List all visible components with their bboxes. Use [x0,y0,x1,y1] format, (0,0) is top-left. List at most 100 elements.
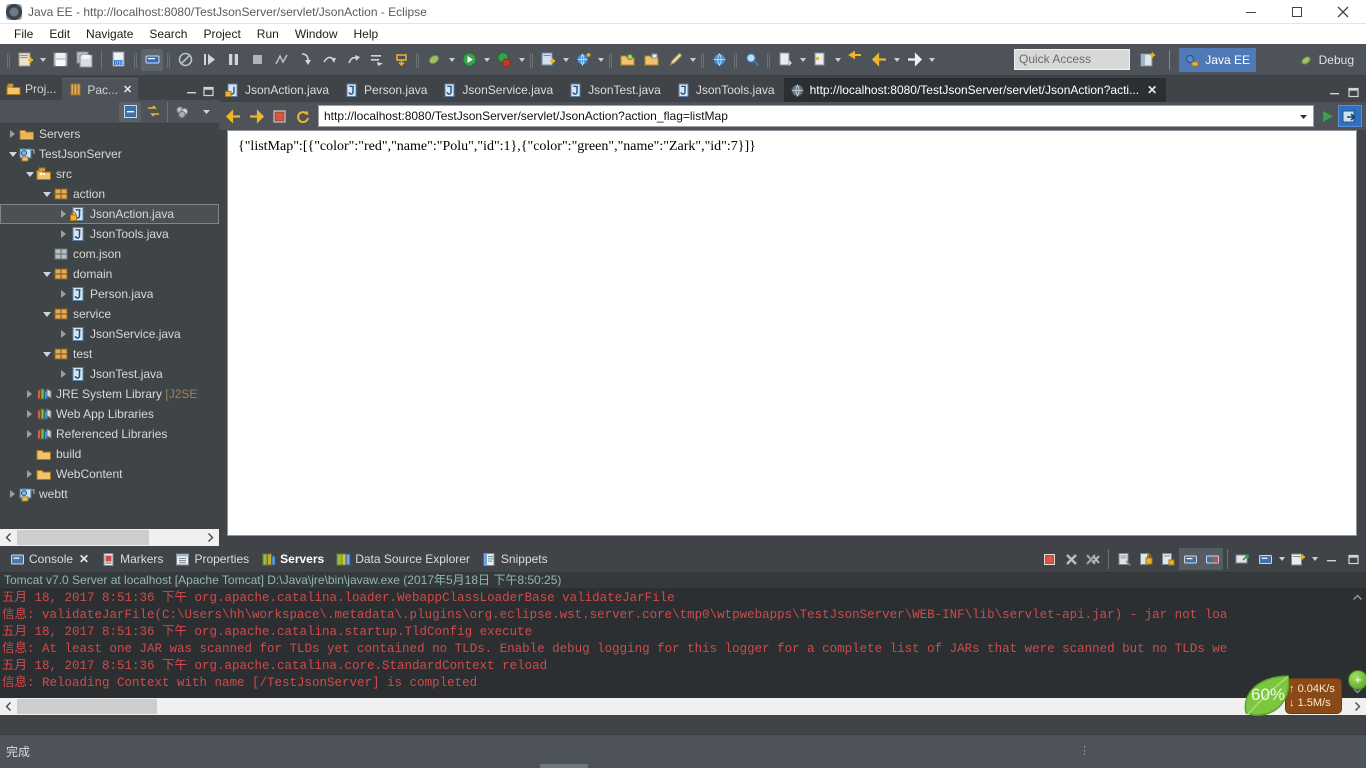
display-selected-console-icon[interactable] [1179,548,1201,570]
chevron-down-icon[interactable] [23,164,36,184]
console-output[interactable]: 五月 18, 2017 8:51:36 下午 org.apache.catali… [0,589,1366,715]
tree-item[interactable]: JsonService.java [0,324,219,344]
view-menu-filters-icon[interactable] [172,102,194,122]
network-speed-widget[interactable]: 60% ↑ 0.04K/s ↓ 1.5M/s + [1238,668,1366,724]
open-console-error-icon[interactable] [1201,548,1223,570]
close-icon[interactable]: ✕ [123,83,132,96]
tree-item[interactable]: service [0,304,219,324]
chevron-down-icon[interactable] [40,264,53,284]
open-console-icon[interactable] [1287,548,1309,570]
chevron-right-icon[interactable] [6,484,19,504]
tree-item[interactable]: build [0,444,219,464]
minimize-panel-icon[interactable] [1320,548,1342,570]
show-console-on-output-icon[interactable] [1232,548,1254,570]
menu-window[interactable]: Window [287,25,346,43]
toolbar-grip-5[interactable] [529,50,534,70]
debug-icon[interactable] [493,49,515,71]
tree-item[interactable]: JRE System Library [J2SE [0,384,219,404]
editor-tab[interactable]: http://localhost:8080/TestJsonServer/ser… [783,78,1167,102]
forward-dropdown-icon[interactable] [926,49,937,71]
previous-annotation-dropdown-icon[interactable] [832,49,843,71]
tree-item[interactable]: JsonTools.java [0,224,219,244]
menu-navigate[interactable]: Navigate [78,25,141,43]
console-scroll-thumb[interactable] [17,699,157,714]
pin-console-icon[interactable] [1157,548,1179,570]
new-server-icon[interactable] [572,49,594,71]
chevron-right-icon[interactable] [23,464,36,484]
previous-annotation-icon[interactable] [809,49,831,71]
toolbar-grip-9[interactable] [766,50,771,70]
chevron-right-icon[interactable] [23,384,36,404]
stop-icon[interactable] [269,106,290,127]
tree-item[interactable]: Web App Libraries [0,404,219,424]
window-resize-handle[interactable] [540,764,588,768]
tab-project-explorer[interactable]: Proj... [0,78,62,100]
editor-tab[interactable]: JsonService.java [436,78,562,102]
maximize-panel-icon[interactable] [1342,548,1364,570]
back-arrow-icon[interactable] [223,106,244,127]
url-input[interactable] [321,108,1296,124]
chevron-right-icon[interactable] [57,224,70,244]
package-explorer-tree[interactable]: Servers TestJsonServer src action JsonAction… [0,124,219,524]
chevron-right-icon[interactable] [57,204,70,224]
step-into-icon[interactable] [294,49,316,71]
last-edit-location-icon[interactable] [844,49,866,71]
chevron-down-icon[interactable] [40,304,53,324]
tab-package-explorer[interactable]: Pac... ✕ [62,78,139,100]
save-icon[interactable] [49,49,71,71]
back-dropdown-icon[interactable] [891,49,902,71]
edit-dropdown-icon[interactable] [687,49,698,71]
scroll-right-icon[interactable] [202,529,219,546]
external-tools-dropdown-icon[interactable] [446,49,457,71]
suspend-icon[interactable] [222,49,244,71]
add-button[interactable]: + [1348,670,1366,690]
explorer-scroll-thumb[interactable] [17,530,149,545]
new-wizard-icon[interactable] [14,49,36,71]
next-annotation-icon[interactable] [774,49,796,71]
explorer-scroll-track[interactable] [17,529,202,546]
clear-console-icon[interactable] [1113,548,1135,570]
run-dropdown-icon[interactable] [481,49,492,71]
toolbar-grip-6[interactable] [608,50,613,70]
menu-edit[interactable]: Edit [41,25,78,43]
chevron-right-icon[interactable] [57,364,70,384]
disconnect-icon[interactable] [270,49,292,71]
bottom-tab[interactable]: Servers [255,547,330,571]
new-java-class-icon[interactable]: 010 [108,49,130,71]
tree-item[interactable]: action [0,184,219,204]
bottom-tab[interactable]: Data Source Explorer [330,547,476,571]
bottom-tab[interactable]: Markers [95,547,169,571]
terminate-console-icon[interactable] [1038,548,1060,570]
perspective-java-ee[interactable]: Java EE [1179,48,1256,72]
editor-tab[interactable]: JsonAction.java [219,78,338,102]
remove-all-terminated-icon[interactable] [1082,548,1104,570]
tree-item[interactable]: test [0,344,219,364]
chevron-down-icon[interactable] [1296,107,1311,125]
menu-run[interactable]: Run [249,25,287,43]
search-icon[interactable] [741,49,763,71]
open-task-icon[interactable] [640,49,662,71]
editor-tab[interactable]: JsonTools.java [670,78,784,102]
new-server-dropdown-icon[interactable] [595,49,606,71]
maximize-editor-icon[interactable] [1344,82,1363,102]
drop-to-frame-icon[interactable] [390,49,412,71]
tree-item[interactable]: JsonAction.java [0,204,219,224]
quick-access-input[interactable]: Quick Access [1014,49,1130,70]
skip-breakpoints-icon[interactable] [174,49,196,71]
new-ee-dropdown-icon[interactable] [560,49,571,71]
maximize-view-icon[interactable] [200,82,217,100]
console-horizontal-scrollbar[interactable] [0,698,1366,715]
chevron-down-icon[interactable] [40,344,53,364]
tree-item[interactable]: domain [0,264,219,284]
new-dropdown-icon[interactable] [37,49,48,71]
chevron-right-icon[interactable] [57,324,70,344]
open-perspective-icon[interactable] [1137,49,1159,71]
web-browser-icon[interactable] [708,49,730,71]
chevron-right-icon[interactable] [57,284,70,304]
minimize-view-icon[interactable] [183,82,200,100]
view-menu-icon[interactable] [195,102,217,122]
toolbar-grip-3[interactable] [166,50,171,70]
open-console-dropdown-icon[interactable] [1309,548,1320,570]
scroll-left-icon[interactable] [0,529,17,546]
tree-item[interactable]: Servers [0,124,219,144]
